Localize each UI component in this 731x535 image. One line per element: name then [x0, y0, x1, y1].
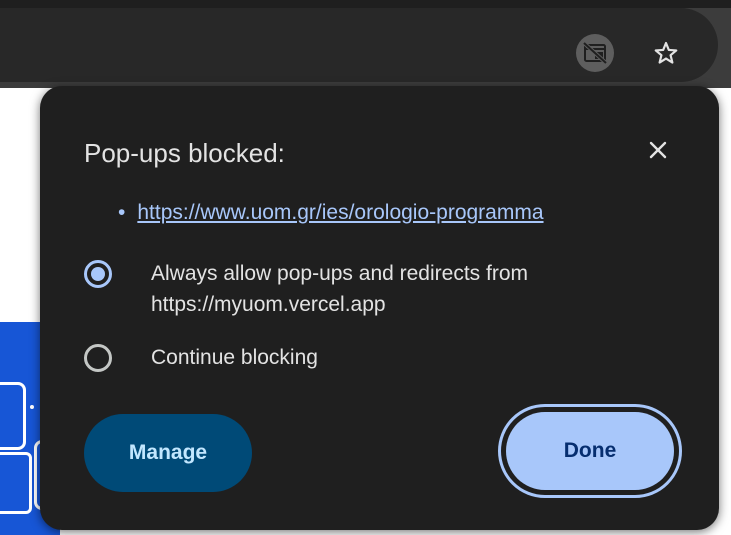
page-decoration — [0, 382, 26, 450]
bubble-title: Pop-ups blocked: — [84, 138, 285, 168]
done-button-focus-ring[interactable]: Done — [498, 404, 682, 498]
radio-always-allow[interactable] — [84, 260, 112, 288]
blocked-popup-link[interactable]: • https://www.uom.gr/ies/orologio-program… — [118, 201, 544, 225]
popup-blocked-icon[interactable] — [576, 34, 614, 72]
screen: Pop-ups blocked: • https://www.uom.gr/ies… — [0, 0, 731, 535]
done-button[interactable]: Done — [506, 412, 674, 490]
bullet: • — [118, 201, 126, 224]
popup-blocked-bubble: Pop-ups blocked: • https://www.uom.gr/ies… — [40, 86, 719, 530]
blocked-popups-list: • https://www.uom.gr/ies/orologio-program… — [118, 201, 544, 225]
browser-toolbar — [0, 0, 731, 88]
bookmark-star-icon[interactable] — [648, 35, 684, 71]
option-always-allow-label: Always allow pop-ups and redirects from … — [151, 262, 528, 316]
option-continue-blocking[interactable]: Continue blocking — [84, 342, 631, 373]
blocked-popup-url: https://www.uom.gr/ies/orologio-programm… — [137, 201, 544, 224]
page-decoration — [0, 452, 32, 514]
close-button[interactable] — [640, 132, 676, 168]
option-continue-blocking-label: Continue blocking — [151, 346, 318, 369]
manage-button[interactable]: Manage — [84, 414, 252, 492]
tab-strip-edge — [0, 0, 731, 8]
option-always-allow[interactable]: Always allow pop-ups and redirects from … — [84, 258, 631, 320]
radio-continue-blocking[interactable] — [84, 344, 112, 372]
omnibox[interactable] — [0, 8, 718, 82]
page-decoration — [30, 405, 34, 409]
close-icon — [649, 141, 667, 159]
